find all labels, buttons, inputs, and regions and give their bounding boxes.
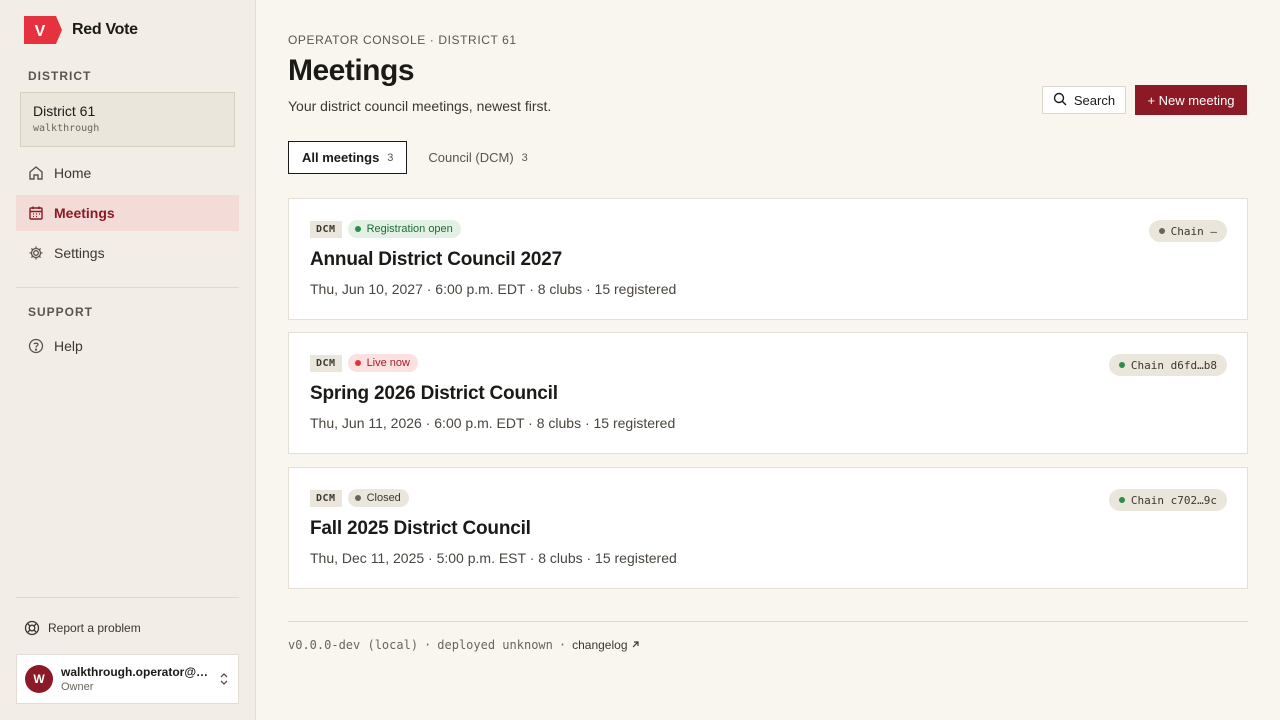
meeting-card[interactable]: DCM Closed Fall 2025 District Council Th… [288,467,1248,589]
user-menu[interactable]: W walkthrough.operator@ta... Owner [16,654,239,704]
meeting-title: Fall 2025 District Council [310,518,531,539]
meeting-meta: Thu, Dec 11, 2025 · 5:00 p.m. EST · 8 cl… [310,550,677,566]
deployed-label: deployed unknown [437,638,553,652]
report-problem-link[interactable]: Report a problem [24,620,141,636]
sidebar-item-label: Meetings [54,205,115,221]
meeting-type-badge: DCM [310,489,342,507]
meeting-card[interactable]: DCM Registration open Annual District Co… [288,198,1248,320]
external-link-icon [631,638,640,652]
sidebar-item-home[interactable]: Home [16,155,239,191]
user-role: Owner [61,681,94,693]
footer-separator: · [424,638,432,652]
district-name: District 61 [33,103,96,119]
sidebar-item-label: Help [54,338,83,354]
meeting-title: Spring 2026 District Council [310,383,558,404]
support-section-label: SUPPORT [28,305,94,319]
user-info: walkthrough.operator@ta... Owner [61,665,210,693]
chain-dot-icon [1118,362,1125,368]
meeting-title: Annual District Council 2027 [310,249,563,270]
tab-label: Council (DCM) [428,150,514,165]
avatar: W [25,665,53,693]
meeting-tags: DCM Live now [310,354,418,372]
tab-count: 3 [521,151,528,164]
meeting-type-badge: DCM [310,220,342,238]
search-button[interactable]: Search [1042,86,1126,114]
meeting-meta: Thu, Jun 11, 2026 · 6:00 p.m. EDT · 8 cl… [310,415,676,431]
district-switcher[interactable]: District 61 walkthrough [20,92,235,147]
district-sub: walkthrough [33,123,100,134]
chain-dot-icon [1118,497,1125,503]
sidebar-item-label: Home [54,165,92,181]
status-badge: Live now [347,354,418,372]
chain-badge: Chain d6fd…b8 [1108,354,1227,376]
changelog-label: changelog [572,638,628,652]
footer: v0.0.0-dev (local) · deployed unknown · … [288,638,640,652]
meeting-tags: DCM Registration open [310,220,461,238]
status-label: Closed [366,492,401,504]
tab-count: 3 [387,151,394,164]
version-label: v0.0.0-dev (local) [288,638,419,652]
district-section-label: DISTRICT [28,69,92,83]
meeting-tags: DCM Closed [310,489,409,507]
status-dot-icon [354,360,361,366]
chain-label: Chain — [1170,224,1217,238]
calendar-icon [28,205,44,221]
user-email: walkthrough.operator@ta... [61,665,210,679]
search-icon [1053,92,1067,109]
status-dot-icon [354,495,361,501]
meeting-type-badge: DCM [310,354,342,372]
brand-logo-letter: V [35,23,46,40]
changelog-link[interactable]: changelog [572,638,639,652]
breadcrumb: OPERATOR CONSOLE · DISTRICT 61 [288,33,517,47]
status-label: Registration open [366,223,453,235]
chain-dot-icon [1158,228,1165,234]
status-badge: Closed [347,489,409,507]
meeting-tabs: All meetings 3 Council (DCM) 3 [288,141,541,174]
footer-divider [288,621,1248,622]
sidebar-item-help[interactable]: Help [16,328,239,364]
chain-label: Chain d6fd…b8 [1130,358,1217,372]
sidebar-divider [16,287,239,288]
tab-council-dcm[interactable]: Council (DCM) 3 [415,141,540,174]
brand[interactable]: V Red Vote [24,16,138,44]
report-problem-label: Report a problem [48,621,141,635]
status-label: Live now [366,357,410,369]
brand-logo: V [24,16,62,44]
tab-all-meetings[interactable]: All meetings 3 [288,141,408,174]
sidebar-item-label: Settings [54,245,105,261]
home-icon [28,165,44,181]
help-circle-icon [28,338,44,354]
tab-label: All meetings [302,150,380,165]
meeting-meta: Thu, Jun 10, 2027 · 6:00 p.m. EDT · 8 cl… [310,281,677,297]
chain-label: Chain c702…9c [1130,493,1217,507]
brand-name: Red Vote [72,21,138,38]
lifebuoy-icon [24,620,40,636]
search-button-label: Search [1073,92,1116,108]
sidebar-item-settings[interactable]: Settings [16,235,239,271]
new-meeting-button[interactable]: + New meeting [1135,85,1247,115]
chain-badge: Chain c702…9c [1108,489,1227,511]
status-dot-icon [354,226,361,232]
sidebar: V Red Vote DISTRICT District 61 walkthro… [0,0,256,720]
chain-badge: Chain — [1148,220,1227,242]
page-title: Meetings [288,54,415,87]
status-badge: Registration open [347,220,461,238]
gear-icon [28,245,44,261]
chevron-up-down-icon [218,671,230,687]
sidebar-item-meetings[interactable]: Meetings [16,195,239,231]
page-subtitle: Your district council meetings, newest f… [288,98,552,114]
sidebar-divider [16,597,239,598]
footer-separator: · [558,638,567,652]
meeting-card[interactable]: DCM Live now Spring 2026 District Counci… [288,332,1248,454]
